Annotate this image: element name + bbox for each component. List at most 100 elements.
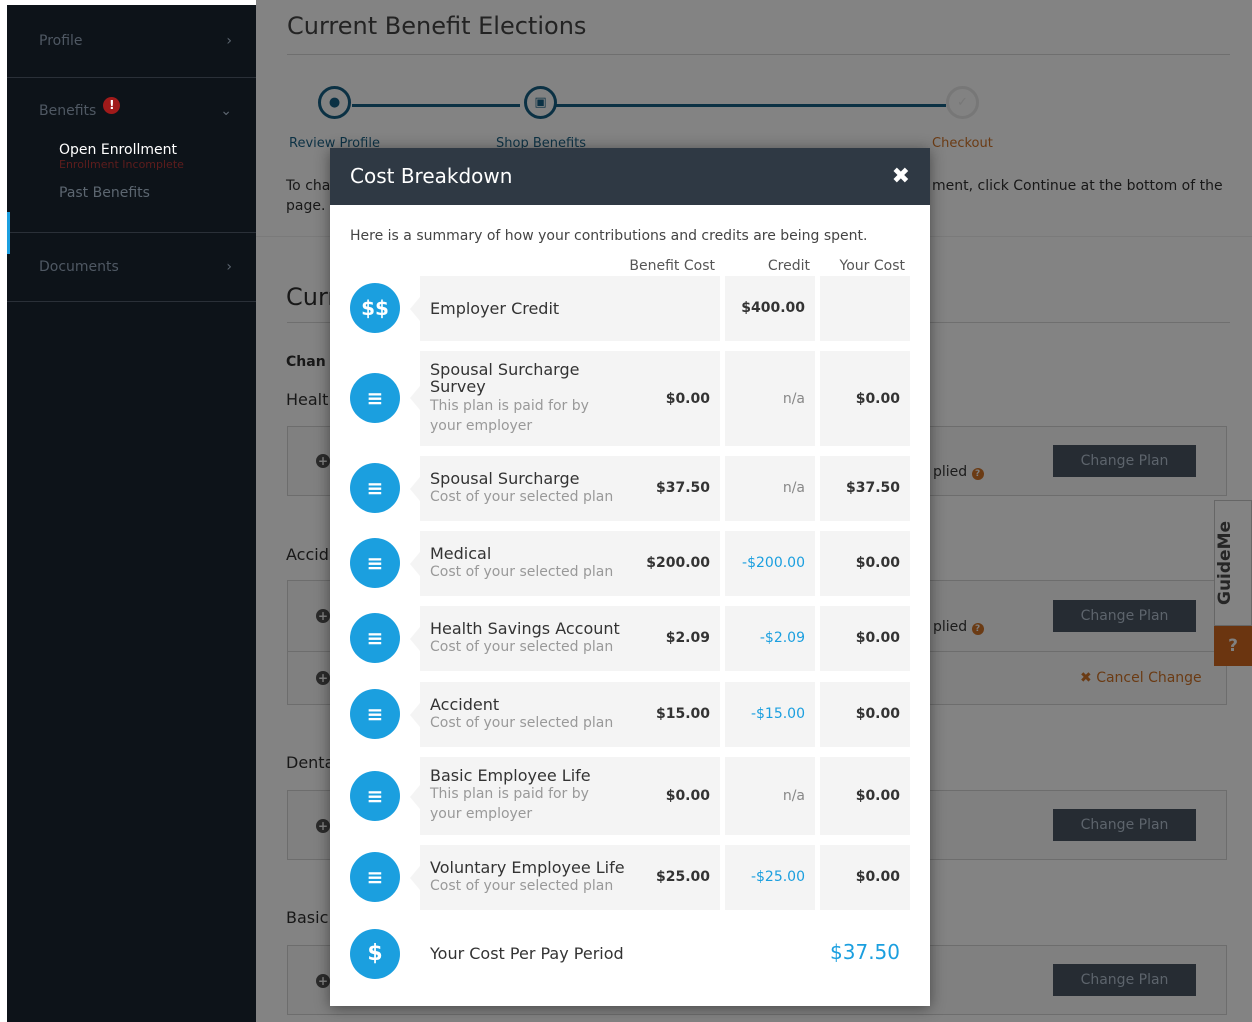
list-icon: ≡	[350, 689, 400, 739]
page-title: Current Benefit Elections	[287, 12, 587, 40]
cart-icon[interactable]: ▣	[524, 86, 557, 119]
modal-intro: Here is a summary of how your contributi…	[350, 228, 868, 244]
chevron-down-icon: ⌄	[220, 103, 232, 119]
row-description: Cost of your selected plan	[430, 489, 614, 505]
cancel-change-label: Cancel Change	[1096, 670, 1202, 686]
row-your-cost-cell	[820, 276, 910, 341]
cost-row-voluntary-employee-life: ≡ Voluntary Employee Life Cost of your s…	[330, 845, 930, 910]
sidebar-item-documents[interactable]: Documents	[39, 259, 119, 275]
change-plan-button[interactable]: Change Plan	[1053, 964, 1196, 996]
list-icon: ≡	[350, 373, 400, 423]
sidebar-section-profile[interactable]: Profile ›	[7, 5, 256, 78]
row-your-cost: $0.00	[855, 391, 900, 407]
row-credit: n/a	[782, 391, 805, 407]
row-arrow	[410, 552, 420, 576]
expand-icon[interactable]: +	[316, 819, 330, 833]
expand-icon[interactable]: +	[316, 454, 330, 468]
change-heading: Chan	[286, 354, 326, 370]
row-credit: -$2.09	[759, 630, 805, 646]
sidebar-item-open-enrollment[interactable]: Open Enrollment	[59, 142, 256, 158]
row-description: Cost of your selected plan	[430, 639, 614, 655]
row-your-cost: $37.50	[845, 480, 900, 496]
row-name: Voluntary Employee Life	[430, 858, 625, 877]
row-description: Cost of your selected plan	[430, 564, 614, 580]
guideme-label: GuideMe	[1215, 520, 1235, 606]
chevron-right-icon: ›	[226, 33, 232, 49]
row-description: Cost of your selected plan	[430, 878, 614, 894]
change-plan-button[interactable]: Change Plan	[1053, 445, 1196, 477]
row-name: Health Savings Account	[430, 619, 620, 638]
cost-row-medical: ≡ Medical Cost of your selected plan $20…	[330, 531, 930, 596]
row-benefit-cost: $0.00	[665, 788, 710, 804]
applied-text: plied ?	[933, 619, 984, 635]
row-benefit-cost: $37.50	[655, 480, 710, 496]
user-icon[interactable]: ●	[318, 86, 351, 119]
expand-icon[interactable]: +	[316, 609, 330, 623]
list-icon: ≡	[350, 852, 400, 902]
row-benefit-cost: $0.00	[665, 391, 710, 407]
basic-life-heading: Basic	[286, 908, 329, 927]
row-arrow	[410, 866, 420, 890]
chevron-right-icon: ›	[226, 259, 232, 275]
dental-heading: Denta	[286, 753, 335, 772]
help-icon[interactable]: ?	[971, 623, 984, 635]
sidebar-item-profile[interactable]: Profile	[39, 33, 83, 49]
help-icon[interactable]: ?	[1214, 626, 1252, 666]
accident-heading: Accid	[286, 545, 329, 564]
cost-row-health-savings-account: ≡ Health Savings Account Cost of your se…	[330, 606, 930, 671]
expand-icon[interactable]: +	[316, 974, 330, 988]
row-your-cost: $0.00	[855, 555, 900, 571]
guideme-tab[interactable]: GuideMe	[1214, 500, 1252, 626]
sidebar-section-benefits: Benefits ! ⌄ Open Enrollment Enrollment …	[7, 78, 256, 254]
row-credit: n/a	[782, 788, 805, 804]
list-icon: ≡	[350, 538, 400, 588]
dollar-icon: $	[350, 929, 400, 979]
sidebar-item-benefits[interactable]: Benefits	[39, 103, 96, 119]
help-icon[interactable]: ?	[971, 468, 984, 480]
cost-row-accident: ≡ Accident Cost of your selected plan $1…	[330, 682, 930, 747]
step-connector	[552, 104, 946, 107]
cost-row-basic-employee-life: ≡ Basic Employee Life This plan is paid …	[330, 757, 930, 835]
row-credit: -$200.00	[742, 555, 805, 571]
row-name: Employer Credit	[430, 299, 560, 318]
applied-label: plied	[933, 619, 968, 635]
column-header-credit: Credit	[767, 258, 810, 274]
step-checkout[interactable]: Checkout	[932, 136, 993, 151]
applied-text: plied ?	[933, 464, 984, 480]
expand-icon[interactable]: +	[316, 671, 330, 685]
change-plan-button[interactable]: Change Plan	[1053, 809, 1196, 841]
close-icon[interactable]: ✖	[892, 148, 910, 205]
row-your-cost: $0.00	[855, 630, 900, 646]
cancel-change-link[interactable]: ✖ Cancel Change	[1080, 670, 1202, 686]
change-plan-button[interactable]: Change Plan	[1053, 600, 1196, 632]
instruction-text-left: To cha	[286, 178, 331, 194]
instruction-text-page: page.	[286, 198, 326, 214]
modal-header: Cost Breakdown ✖	[330, 148, 930, 205]
row-benefit-cost: $15.00	[655, 706, 710, 722]
list-icon: ≡	[350, 771, 400, 821]
cost-row-spousal-surcharge: ≡ Spousal Surcharge Cost of your selecte…	[330, 456, 930, 521]
alert-icon: !	[103, 96, 121, 114]
enrollment-status: Enrollment Incomplete	[59, 158, 184, 171]
row-name: Spousal Surcharge Survey	[430, 360, 580, 396]
row-benefit-cost: $200.00	[646, 555, 710, 571]
cost-per-pay-period-row: $ Your Cost Per Pay Period $37.50	[330, 928, 930, 980]
row-your-cost: $0.00	[855, 706, 900, 722]
list-icon: ≡	[350, 613, 400, 663]
row-description: This plan is paid for by your employer	[430, 398, 589, 434]
sidebar-item-past-benefits[interactable]: Past Benefits	[59, 185, 256, 201]
check-icon[interactable]: ✓	[946, 86, 979, 119]
row-credit: -$15.00	[750, 706, 805, 722]
row-description: This plan is paid for by your employer	[430, 786, 589, 822]
total-label: Your Cost Per Pay Period	[430, 944, 624, 963]
cost-row-spousal-surcharge-survey: ≡ Spousal Surcharge Survey This plan is …	[330, 351, 930, 446]
dollars-icon: $$	[350, 283, 400, 333]
row-credit: n/a	[782, 480, 805, 496]
sidebar-section-documents[interactable]: Documents ›	[7, 233, 256, 302]
row-name: Basic Employee Life	[430, 766, 591, 785]
row-arrow	[410, 386, 420, 410]
row-benefit-cost: $2.09	[665, 630, 710, 646]
row-arrow	[410, 297, 420, 321]
row-name: Medical	[430, 544, 492, 563]
total-value: $37.50	[830, 940, 900, 964]
